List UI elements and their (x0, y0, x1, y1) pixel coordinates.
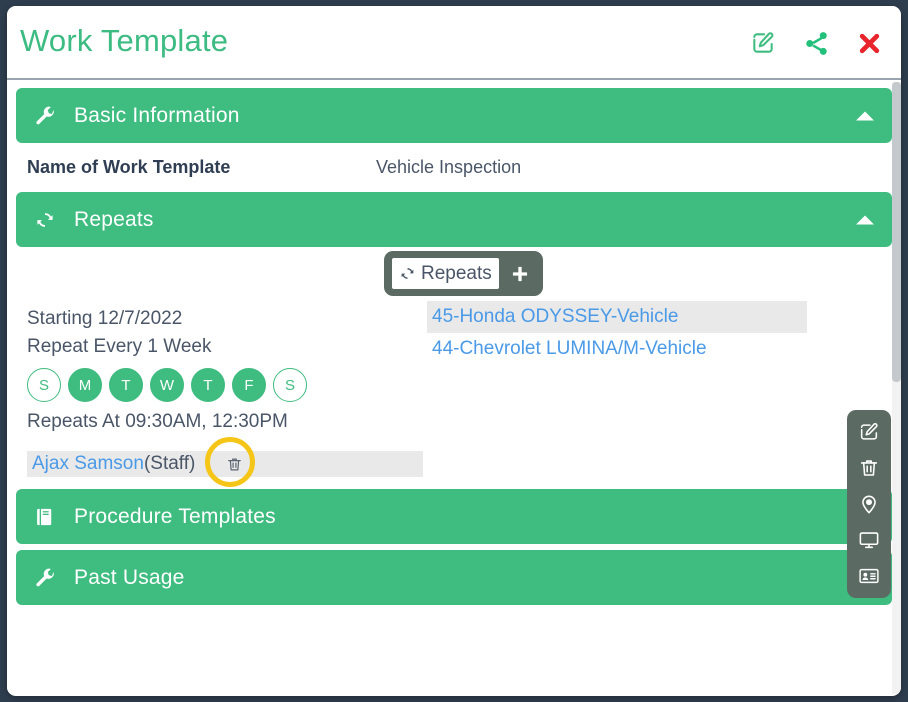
assigned-staff-row: Ajax Samson (Staff) (27, 437, 423, 487)
plus-icon (512, 266, 527, 281)
chevron-up-icon[interactable] (856, 215, 874, 224)
asset-link[interactable]: 45-Honda ODYSSEY-Vehicle (427, 301, 807, 333)
field-value: Vehicle Inspection (376, 157, 522, 177)
section-header-basic-information[interactable]: Basic Information (16, 88, 892, 143)
day-toggle-tuesday[interactable]: T (109, 368, 143, 402)
repeat-interval-text: Repeat Every 1 Week (27, 336, 212, 357)
share-icon[interactable] (801, 28, 831, 58)
add-repeat-button[interactable] (505, 259, 535, 289)
field-label: Name of Work Template (27, 157, 231, 177)
schedule-area: Starting 12/7/2022 Repeat Every 1 Week S… (16, 299, 892, 489)
schedule-summary: Starting 12/7/2022 Repeat Every 1 Week S… (27, 305, 427, 436)
section-label-basic-information: Basic Information (74, 103, 240, 127)
scrollbar-thumb[interactable] (892, 82, 901, 382)
staff-role-label: (Staff) (143, 453, 196, 474)
page-title: Work Template (20, 23, 229, 58)
section-label-past-usage: Past Usage (74, 565, 185, 589)
day-toggle-saturday[interactable]: S (273, 368, 307, 402)
sync-icon (401, 268, 414, 279)
sync-icon (16, 209, 74, 231)
wrench-icon (16, 105, 74, 127)
edit-icon[interactable] (748, 28, 778, 58)
starting-date-text: Starting 12/7/2022 (27, 308, 183, 329)
repeats-subtab: Repeats (384, 251, 543, 296)
trash-icon[interactable] (856, 455, 882, 481)
day-toggle-friday[interactable]: F (232, 368, 266, 402)
wrench-icon (16, 567, 74, 589)
repeats-at-text: Repeats At 09:30AM, 12:30PM (27, 411, 288, 432)
day-toggle-monday[interactable]: M (68, 368, 102, 402)
section-label-repeats: Repeats (74, 207, 154, 231)
modal-header: Work Template (7, 6, 901, 80)
day-selector: S M T W T F S (27, 368, 427, 402)
header-actions (748, 28, 884, 58)
section-label-procedure-templates: Procedure Templates (74, 504, 276, 528)
linked-assets-list: 45-Honda ODYSSEY-Vehicle 44-Chevrolet LU… (427, 301, 807, 365)
section-header-procedure-templates[interactable]: Procedure Templates (16, 489, 892, 544)
location-icon[interactable] (856, 491, 882, 517)
chevron-up-icon[interactable] (856, 111, 874, 120)
day-toggle-thursday[interactable]: T (191, 368, 225, 402)
staff-link[interactable]: Ajax Samson (32, 453, 144, 475)
contact-card-icon[interactable] (856, 563, 882, 589)
book-icon (16, 506, 74, 528)
section-header-past-usage[interactable]: Past Usage (16, 550, 892, 605)
scrollbar-track[interactable] (892, 82, 901, 694)
repeats-subtab-label: Repeats (421, 262, 492, 284)
close-icon[interactable] (854, 28, 884, 58)
asset-link[interactable]: 44-Chevrolet LUMINA/M-Vehicle (427, 333, 807, 365)
trash-icon[interactable] (223, 453, 245, 475)
edit-icon[interactable] (856, 419, 882, 445)
day-toggle-sunday[interactable]: S (27, 368, 61, 402)
section-header-repeats[interactable]: Repeats (16, 192, 892, 247)
repeats-subtab-wrap: Repeats (16, 247, 892, 299)
modal-body: Basic Information Name of Work Template … (7, 80, 901, 694)
side-toolbar (847, 410, 891, 598)
day-toggle-wednesday[interactable]: W (150, 368, 184, 402)
repeats-subtab-button[interactable]: Repeats (392, 258, 499, 289)
monitor-icon[interactable] (856, 527, 882, 553)
field-row-name-of-work-template: Name of Work Template Vehicle Inspection (16, 143, 892, 192)
work-template-modal: Work Template Basic Information Name of … (7, 6, 901, 696)
